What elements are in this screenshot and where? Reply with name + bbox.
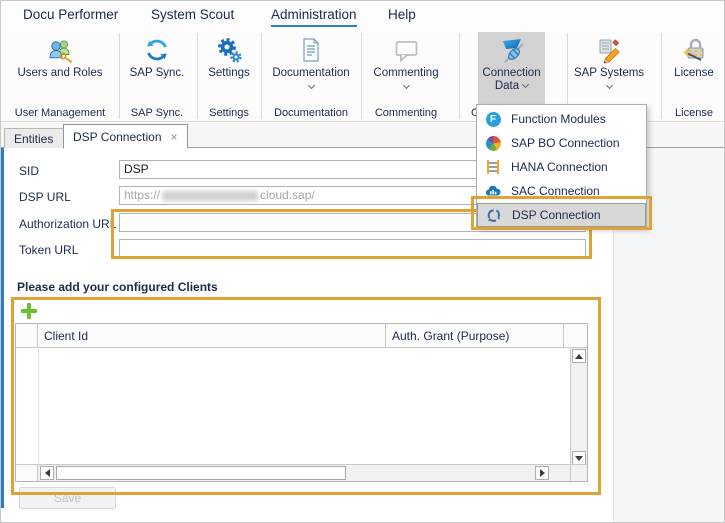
save-button[interactable]: Save	[19, 487, 116, 509]
sync-icon	[144, 35, 170, 65]
ribbon-group-label-commenting: Commenting	[346, 107, 466, 119]
indicator-column-divider	[38, 348, 39, 466]
scroll-down-button[interactable]	[572, 451, 586, 465]
tab-dsp-connection[interactable]: DSP Connection ×	[63, 124, 188, 149]
chevron-down-icon	[402, 82, 409, 89]
column-header-client-id[interactable]: Client Id	[38, 324, 386, 347]
ribbon-button-sap-sync[interactable]: SAP Sync.	[125, 32, 189, 104]
app-window: Docu Performer System Scout Administrati…	[0, 0, 725, 523]
document-icon	[298, 35, 324, 65]
ribbon-button-license[interactable]: License	[667, 32, 721, 104]
scrollbar-stub-cell	[16, 465, 38, 481]
ribbon-button-label: Connection Data	[478, 67, 545, 93]
horizontal-scrollbar[interactable]	[16, 464, 570, 481]
menu-item-label: SAP BO Connection	[511, 136, 620, 150]
scrollbar-corner	[570, 464, 587, 481]
chevron-down-icon	[605, 82, 612, 89]
menu-item-sac-connection[interactable]: SAC Connection	[477, 179, 646, 203]
connector-plug-icon	[498, 35, 525, 65]
page-left-accent-border	[1, 148, 4, 508]
ribbon-button-label: SAP Sync.	[130, 67, 185, 80]
clients-table-header: Client Id Auth. Grant (Purpose)	[16, 324, 587, 348]
dsp-swirl-icon	[486, 207, 502, 223]
function-module-icon: F	[485, 111, 501, 127]
menu-item-label: DSP Connection	[512, 208, 601, 222]
chevron-down-icon	[522, 81, 529, 88]
cloud-chart-icon	[485, 183, 501, 199]
bo-sphere-icon	[485, 135, 501, 151]
ribbon-button-label: Settings	[208, 67, 250, 80]
token-url-label: Token URL	[19, 243, 78, 257]
menu-item-system-scout[interactable]: System Scout	[151, 7, 234, 25]
users-roles-icon	[47, 35, 74, 65]
token-url-input[interactable]	[119, 239, 586, 258]
ribbon-button-users-and-roles[interactable]: Users and Roles	[13, 32, 107, 104]
menu-item-hana-connection[interactable]: HANA Connection	[477, 155, 646, 179]
ribbon-button-settings[interactable]: Settings	[203, 32, 255, 104]
column-header-auth-grant[interactable]: Auth. Grant (Purpose)	[386, 324, 564, 347]
close-icon[interactable]: ×	[171, 130, 178, 144]
vertical-scrollbar[interactable]	[570, 348, 587, 466]
ribbon-button-sap-systems[interactable]: SAP Systems	[569, 32, 649, 104]
scroll-right-button[interactable]	[535, 466, 549, 480]
padlock-wand-icon	[681, 35, 708, 65]
menu-item-sap-bo-connection[interactable]: SAP BO Connection	[477, 131, 646, 155]
clients-section-heading: Please add your configured Clients	[17, 280, 218, 294]
ribbon-button-documentation[interactable]: Documentation	[267, 32, 355, 104]
connection-data-dropdown-menu: F Function Modules SAP BO Connection HAN…	[476, 104, 647, 228]
hana-list-icon	[485, 159, 501, 175]
menu-item-administration[interactable]: Administration	[271, 7, 357, 27]
ribbon-button-label: SAP Systems	[574, 67, 644, 80]
menu-item-label: SAC Connection	[511, 184, 600, 198]
server-pencil-icon	[596, 35, 623, 65]
menu-item-label: Function Modules	[511, 112, 606, 126]
menu-item-dsp-connection[interactable]: DSP Connection	[477, 203, 646, 227]
scroll-up-button[interactable]	[572, 349, 586, 363]
tab-label: Entities	[14, 132, 53, 146]
ribbon-button-label: Users and Roles	[17, 67, 102, 80]
authorization-url-label: Authorization URL	[19, 217, 116, 231]
menu-item-function-modules[interactable]: F Function Modules	[477, 107, 646, 131]
speech-bubble-icon	[393, 35, 420, 65]
menu-item-label: HANA Connection	[511, 160, 608, 174]
ribbon-button-label: Commenting	[373, 67, 438, 80]
sid-label: SID	[19, 164, 39, 178]
tab-label: DSP Connection	[73, 130, 162, 144]
row-indicator-header	[16, 324, 38, 347]
redacted-url-segment	[162, 191, 258, 201]
gears-icon	[216, 35, 243, 65]
column-header-filler	[564, 324, 587, 347]
add-client-button[interactable]	[21, 303, 37, 319]
scroll-left-button[interactable]	[40, 466, 54, 480]
ribbon-button-connection-data[interactable]: Connection Data	[478, 32, 545, 104]
menu-item-docu-performer[interactable]: Docu Performer	[23, 7, 118, 25]
menu-item-help[interactable]: Help	[388, 7, 416, 25]
ribbon-button-label: License	[674, 67, 714, 80]
ribbon-group-label-license: License	[634, 107, 725, 119]
clients-table: Client Id Auth. Grant (Purpose)	[15, 323, 588, 482]
chevron-down-icon	[307, 82, 314, 89]
ribbon-button-commenting[interactable]: Commenting	[367, 32, 445, 104]
horizontal-scroll-thumb[interactable]	[56, 466, 346, 480]
dsp-url-label: DSP URL	[19, 190, 71, 204]
ribbon-button-label: Documentation	[272, 67, 349, 80]
menu-bar: Docu Performer System Scout Administrati…	[1, 1, 724, 31]
